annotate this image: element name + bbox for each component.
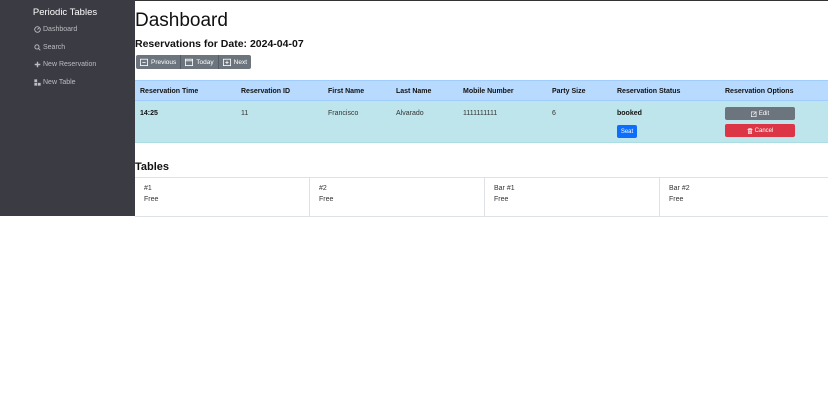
table-card: #1 Free (135, 178, 310, 216)
next-label: Next (233, 58, 248, 66)
table-card: Bar #1 Free (485, 178, 660, 216)
table-row: 14:25 11 Francisco Alvarado 1111111111 6… (135, 101, 828, 143)
table-status: Free (319, 196, 334, 203)
table-card: #2 Free (310, 178, 485, 216)
previous-label: Previous (151, 58, 177, 66)
trash-icon (747, 127, 753, 134)
last-name: Alvarado (396, 110, 424, 117)
sidebar-item-label: New Reservation (43, 61, 97, 68)
column-header: Reservation Options (725, 88, 794, 95)
table-name: #1 (144, 185, 152, 192)
column-header: Reservation Time (140, 88, 199, 95)
table-card: Bar #2 Free (660, 178, 828, 216)
previous-button[interactable]: Previous (136, 55, 182, 69)
column-header: Mobile Number (463, 88, 514, 95)
table-name: Bar #2 (669, 185, 690, 192)
edit-icon (750, 110, 757, 117)
seat-button[interactable]: Seat (617, 125, 637, 138)
column-header: Party Size (552, 88, 586, 95)
sidebar-item-search[interactable]: Search (34, 44, 65, 51)
sidebar-item-dashboard[interactable]: Dashboard (34, 26, 77, 33)
tables-heading: Tables (135, 161, 170, 173)
calendar-icon (185, 58, 194, 66)
today-label: Today (196, 58, 214, 66)
table-status: Free (494, 196, 509, 203)
calendar-minus-icon (140, 58, 148, 66)
seat-label: Seat (620, 128, 634, 135)
sidebar-item-new-table[interactable]: New Table (34, 79, 76, 86)
table-name: Bar #1 (494, 185, 515, 192)
table-status: Free (144, 196, 159, 203)
mobile-number: 1111111111 (463, 110, 498, 117)
sidebar-item-label: Dashboard (43, 26, 78, 33)
tables-list: #1 Free #2 Free Bar #1 Free Bar #2 Free (135, 177, 828, 217)
today-button[interactable]: Today (181, 55, 219, 69)
table-header-row: Reservation Time Reservation ID First Na… (135, 80, 828, 101)
reservation-status: booked (617, 110, 642, 117)
cancel-button[interactable]: Cancel (725, 124, 795, 137)
table-status: Free (669, 196, 684, 203)
reservation-time: 14:25 (140, 110, 158, 117)
sidebar-item-new-reservation[interactable]: New Reservation (34, 61, 96, 68)
column-header: Last Name (396, 88, 432, 95)
edit-button[interactable]: Edit (725, 107, 795, 120)
reservations-table: Reservation Time Reservation ID First Na… (135, 80, 828, 143)
reservation-id: 11 (241, 110, 249, 117)
cancel-label: Cancel (754, 127, 774, 134)
search-icon (34, 44, 41, 51)
sidebar-item-label: New Table (43, 79, 76, 86)
dashboard-icon (34, 26, 41, 33)
app-brand[interactable]: Periodic Tables (0, 7, 130, 18)
column-header: Reservation Status (617, 88, 681, 95)
column-header: First Name (328, 88, 365, 95)
next-button[interactable]: Next (218, 55, 252, 69)
sidebar-item-label: Search (43, 44, 66, 51)
page-title: Dashboard (135, 10, 228, 31)
party-size: 6 (552, 110, 556, 117)
table-name: #2 (319, 185, 327, 192)
calendar-plus-icon (222, 58, 231, 66)
date-heading: Reservations for Date: 2024-04-07 (135, 38, 304, 50)
date-nav-group: Previous Today Next (136, 55, 252, 69)
layout-icon (34, 79, 41, 86)
main-content: Dashboard Reservations for Date: 2024-04… (135, 0, 828, 400)
edit-label: Edit (758, 110, 770, 117)
sidebar: Periodic Tables Dashboard Search New Res… (0, 0, 135, 216)
column-header: Reservation ID (241, 88, 291, 95)
first-name: Francisco (328, 110, 359, 117)
plus-icon (34, 61, 41, 68)
